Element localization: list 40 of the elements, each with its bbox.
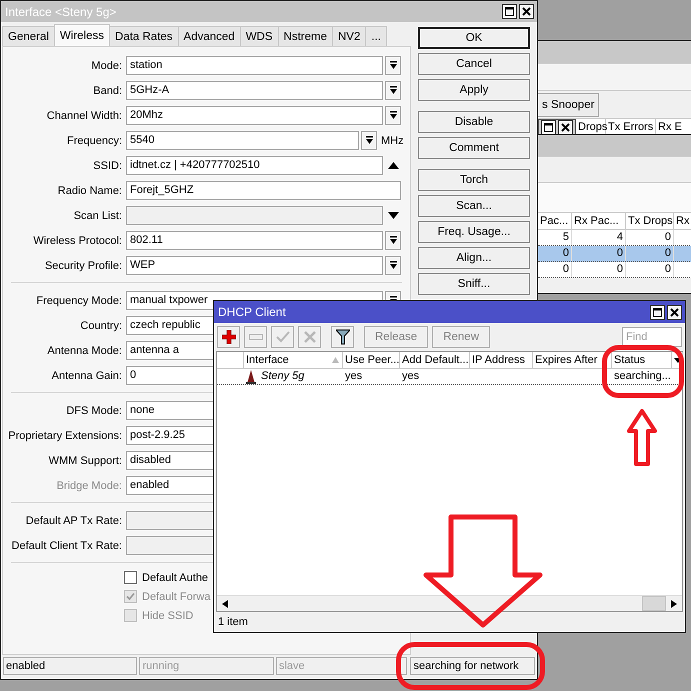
field-label: SSID: [92,160,122,172]
field-label: Mode: [90,60,122,72]
table-cell-text: searching... [613,369,672,384]
field-label: Bridge Mode: [56,480,122,492]
field-label: Wireless Protocol: [32,234,122,246]
field-label: Proprietary Extensions: [7,430,122,442]
field-label: Default Client Tx Rate: [10,540,122,552]
field-label: Band: [92,84,122,96]
table-cell: 0 [626,246,674,261]
window-title: DHCP Client [218,305,286,319]
table-cell: 0 [572,262,626,277]
field-label: Scan List: [72,210,122,222]
status-field: enabled [3,657,138,675]
field-label: Default AP Tx Rate: [24,514,122,526]
status-field: searching for network [410,657,535,675]
status-field: slave [276,657,408,675]
checkbox-label: Default Forwa [142,590,210,602]
table-cell: 0 [626,230,674,245]
table-cell: 4 [572,230,626,245]
checkbox-label: Default Authe [142,572,208,584]
field-label: Frequency: [66,134,122,146]
unit-label: MHz [381,134,404,146]
field-label: DFS Mode: [65,404,122,416]
field-label: WMM Support: [48,454,122,466]
checkbox-label: Hide SSID [142,610,194,622]
field-label: Channel Width: [46,110,122,122]
field-label: Security Profile: [44,260,122,272]
table-cell: 0 [626,262,674,277]
field-label: Country: [79,320,122,332]
table-cell-text: yes [344,369,364,384]
field-label: Antenna Gain: [50,370,122,382]
field-label: Radio Name: [56,184,122,196]
field-label: Frequency Mode: [35,294,122,306]
status-field: running [139,657,274,675]
window-title: Interface <Steny 5g> [5,4,116,18]
table-cell-text: Steny 5g [260,369,306,384]
field-label: Antenna Mode: [46,344,122,356]
table-cell-text: yes [401,369,420,384]
item-count: 1 item [218,616,248,628]
table-cell: 0 [572,246,626,261]
